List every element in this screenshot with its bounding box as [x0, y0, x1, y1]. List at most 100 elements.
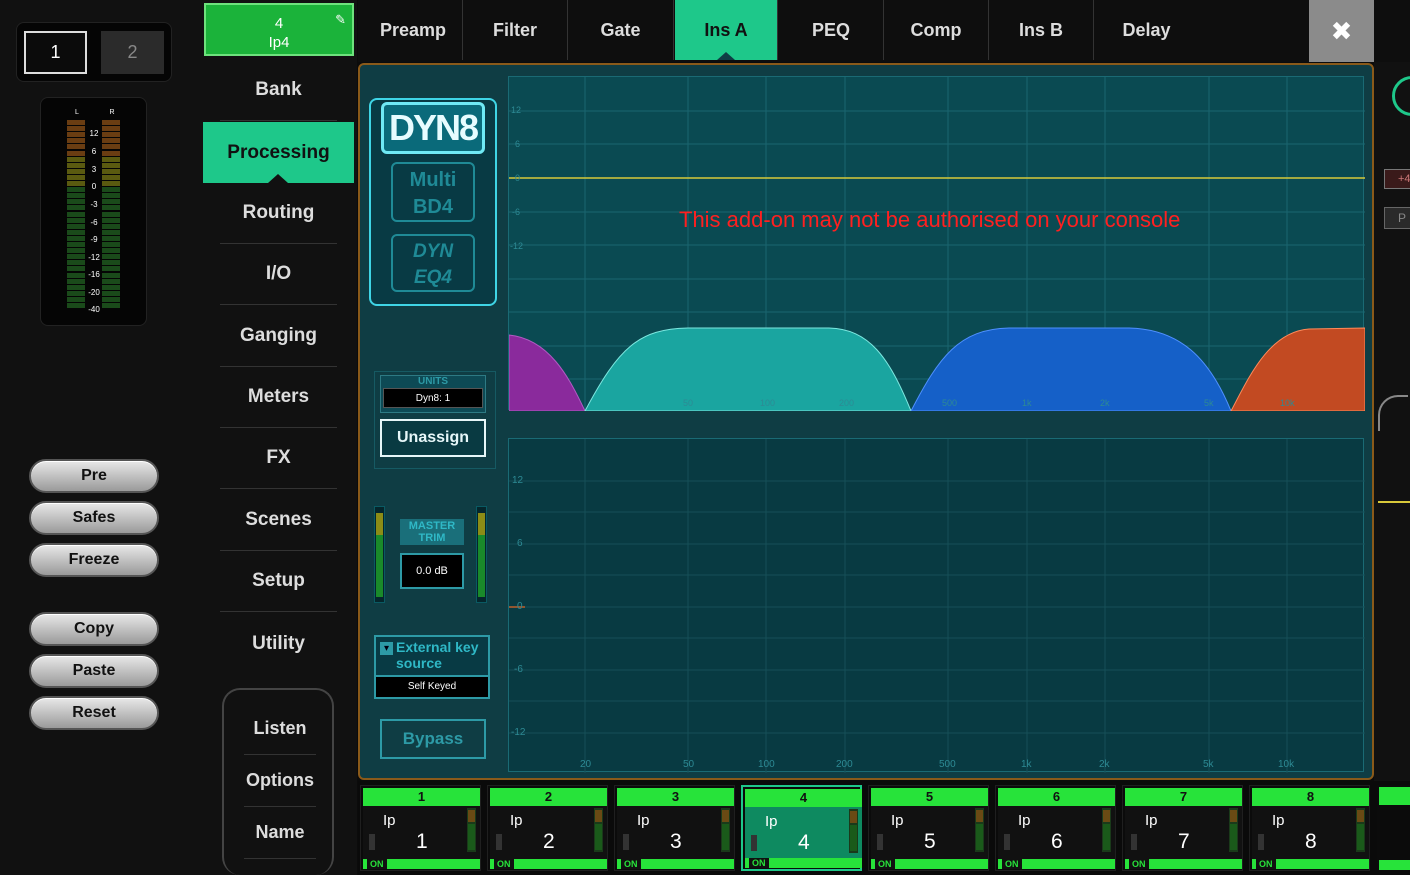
top-y-12: 12: [511, 105, 522, 115]
selected-channel-tag[interactable]: 4 Ip4 ✎: [204, 3, 354, 56]
strip-partial[interactable]: [1377, 785, 1410, 871]
channel-number: 4: [274, 15, 284, 32]
strip-body: Ip 2: [490, 806, 607, 862]
master-trim-label: MASTER TRIM: [400, 519, 464, 545]
meter-segment: [67, 120, 85, 125]
meter-segment: [67, 156, 85, 162]
channel-strip-8[interactable]: 8 Ip 8 ON: [1249, 785, 1370, 871]
strip-on-button[interactable]: ON: [871, 859, 988, 869]
external-key-value[interactable]: Self Keyed: [376, 675, 488, 697]
strip-name: Ip: [1018, 812, 1031, 829]
subnav-name[interactable]: Name: [244, 807, 316, 859]
checkbox-icon[interactable]: ▾: [380, 642, 393, 655]
strip-name: Ip: [383, 812, 396, 829]
channel-strip-3[interactable]: 3 Ip 3 ON: [614, 785, 735, 871]
meter-left-label: L: [75, 109, 79, 116]
strip-number: 6: [998, 788, 1115, 806]
strip-on-button[interactable]: ON: [998, 859, 1115, 869]
strip-body: Ip 4: [745, 807, 862, 863]
top-freq-2k: 2k: [1100, 398, 1110, 408]
nav-routing[interactable]: Routing: [220, 183, 337, 244]
strip-on-label: ON: [1129, 859, 1149, 869]
strip-on-button[interactable]: ON: [363, 859, 480, 869]
nav-utility[interactable]: Utility: [220, 613, 337, 674]
layer-2-button[interactable]: 2: [101, 31, 164, 74]
channel-strips: 1 Ip 1 ON 2 Ip 2 ON 3 Ip 3 ON 4 Ip 4 ON 5 Ip 5 ON 6 Ip 6 ON 7 Ip 7…: [358, 781, 1410, 875]
copy-button[interactable]: Copy: [29, 612, 159, 646]
channel-strip-1[interactable]: 1 Ip 1 ON: [360, 785, 481, 871]
nav-meters[interactable]: Meters: [220, 367, 337, 428]
right-button[interactable]: P: [1384, 207, 1410, 229]
reset-button[interactable]: Reset: [29, 696, 159, 730]
right-gain-line: [1378, 501, 1410, 503]
nav-processing[interactable]: Processing: [203, 122, 354, 183]
nav-scenes[interactable]: Scenes: [220, 490, 337, 551]
channel-strip-6[interactable]: 6 Ip 6 ON: [995, 785, 1116, 871]
bypass-button[interactable]: Bypass: [380, 719, 486, 759]
nav-bank[interactable]: Bank: [220, 60, 337, 121]
nav-ganging[interactable]: Ganging: [220, 306, 337, 367]
tab-preamp[interactable]: Preamp: [364, 0, 463, 60]
pre-button[interactable]: Pre: [29, 459, 159, 493]
channel-strip-2[interactable]: 2 Ip 2 ON: [487, 785, 608, 871]
strip-body: Ip 6: [998, 806, 1115, 862]
layer-1-button[interactable]: 1: [24, 31, 87, 74]
meter-scale-m3: -3: [90, 200, 98, 209]
strip-on-button[interactable]: ON: [1252, 859, 1369, 869]
sub-nav-group: Listen Options Name: [222, 688, 334, 875]
strip-signal-icon: [496, 834, 502, 850]
strip-on-button[interactable]: ON: [745, 858, 862, 868]
meter-segment: [102, 211, 120, 217]
tab-peq[interactable]: PEQ: [779, 0, 884, 60]
strip-signal-icon: [623, 834, 629, 850]
channel-strip-7[interactable]: 7 Ip 7 ON: [1122, 785, 1243, 871]
meter-scale-12: 12: [89, 129, 99, 138]
tab-filter[interactable]: Filter: [463, 0, 568, 60]
nav-fx[interactable]: FX: [220, 428, 337, 489]
external-key-box[interactable]: ▾ External key source Self Keyed: [374, 635, 490, 699]
tab-gate[interactable]: Gate: [568, 0, 674, 60]
meter-segment: [67, 193, 85, 199]
strip-number: 1: [363, 788, 480, 806]
subnav-listen[interactable]: Listen: [244, 703, 316, 755]
active-indicator-icon: [268, 174, 288, 183]
strip-number: 2: [490, 788, 607, 806]
bottom-grid: [509, 439, 1365, 773]
safes-button[interactable]: Safes: [29, 501, 159, 535]
subnav-options[interactable]: Options: [244, 755, 316, 807]
close-button[interactable]: ✖: [1309, 0, 1374, 62]
strip-on-label: ON: [494, 859, 514, 869]
plugin-dyn8-button[interactable]: DYN8: [381, 102, 485, 154]
meter-segment: [102, 138, 120, 144]
bottom-freq-50: 50: [683, 759, 695, 770]
response-graph[interactable]: 12 6 0 -6 -12 20 50 100 200 500 1k 2k 5k…: [508, 438, 1365, 773]
strip-on-button[interactable]: ON: [490, 859, 607, 869]
strip-on-button[interactable]: ON: [617, 859, 734, 869]
strip-on-button[interactable]: ON: [1125, 859, 1242, 869]
plugin-dyneq4-button[interactable]: DYN EQ4: [391, 234, 475, 292]
layer-selector: 1 2: [16, 22, 172, 82]
tab-ins-a-label: Ins A: [704, 19, 748, 40]
channel-strip-5[interactable]: 5 Ip 5 ON: [868, 785, 989, 871]
tab-ins-a[interactable]: Ins A: [675, 0, 778, 60]
nav-setup[interactable]: Setup: [220, 551, 337, 612]
meter-segment: [102, 174, 120, 180]
master-trim-value[interactable]: 0.0 dB: [400, 553, 464, 589]
top-y-0: 0: [515, 173, 521, 183]
gain-knob-icon[interactable]: [1392, 76, 1410, 116]
meter-scale-m40: -40: [88, 305, 100, 314]
plugin-multibd4-button[interactable]: Multi BD4: [391, 162, 475, 222]
strip-signal-icon: [877, 834, 883, 850]
meter-right-label: R: [109, 109, 115, 116]
paste-button[interactable]: Paste: [29, 654, 159, 688]
freeze-button[interactable]: Freeze: [29, 543, 159, 577]
tab-comp[interactable]: Comp: [884, 0, 989, 60]
strip-on-label: ON: [1256, 859, 1276, 869]
nav-io[interactable]: I/O: [220, 244, 337, 305]
meter-segment: [67, 296, 85, 302]
channel-strip-4[interactable]: 4 Ip 4 ON: [741, 785, 862, 871]
tab-delay[interactable]: Delay: [1094, 0, 1199, 60]
tab-ins-b[interactable]: Ins B: [989, 0, 1094, 60]
band-graph[interactable]: This add-on may not be authorised on you…: [508, 76, 1365, 411]
edit-pencil-icon[interactable]: ✎: [335, 10, 346, 29]
